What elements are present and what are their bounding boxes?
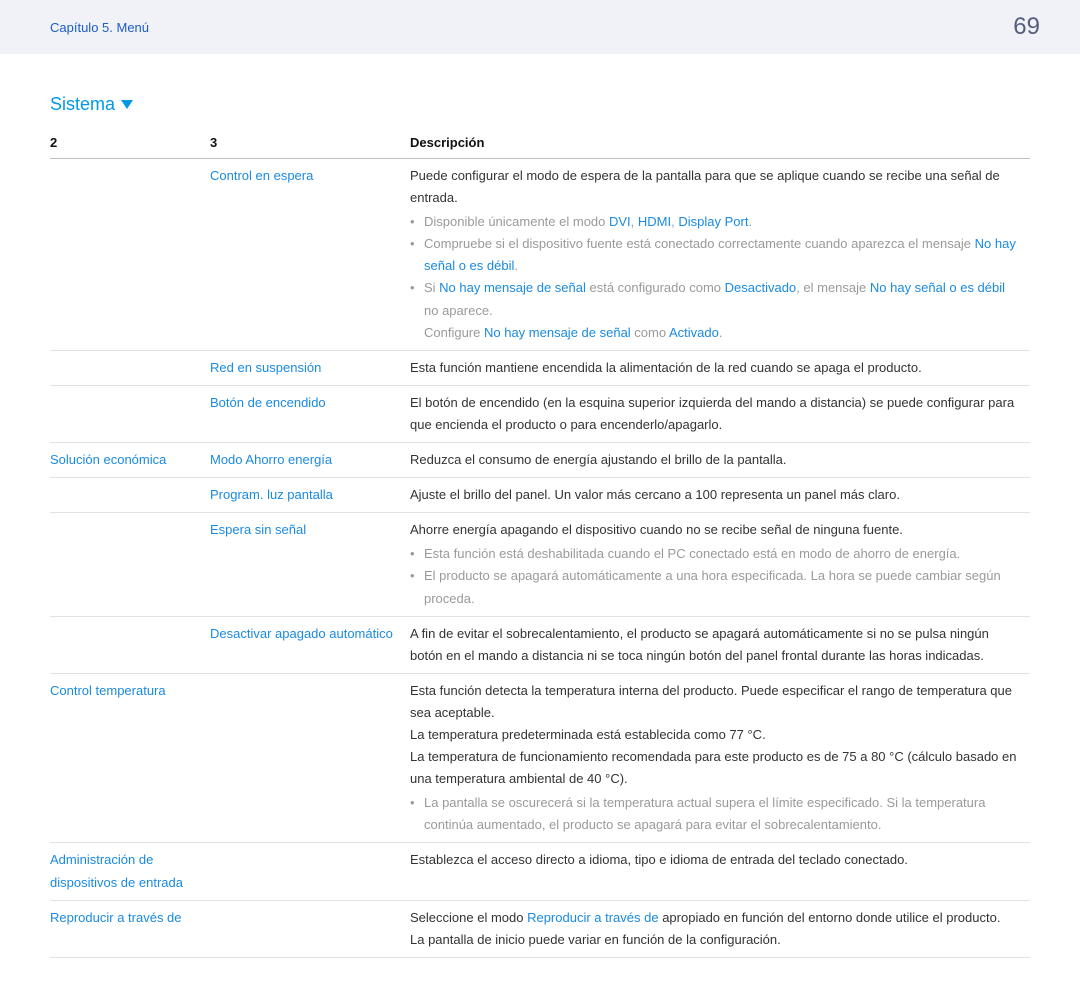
cell-category — [50, 159, 210, 351]
table-row: Control en esperaPuede configurar el mod… — [50, 159, 1030, 351]
section-title-text: Sistema — [50, 94, 115, 115]
cell-description: Establezca el acceso directo a idioma, t… — [410, 843, 1030, 900]
menu-table: 2 3 Descripción Control en esperaPuede c… — [50, 129, 1030, 958]
table-row: Botón de encendidoEl botón de encendido … — [50, 385, 1030, 442]
page-content: Sistema 2 3 Descripción Control en esper… — [0, 54, 1080, 988]
cell-category: Control temperatura — [50, 673, 210, 843]
cell-category: Reproducir a través de — [50, 900, 210, 957]
table-row: Administración de dispositivos de entrad… — [50, 843, 1030, 900]
header-col-3: 3 — [210, 129, 410, 159]
cell-description: Esta función mantiene encendida la alime… — [410, 350, 1030, 385]
cell-category — [50, 385, 210, 442]
cell-option: Botón de encendido — [210, 385, 410, 442]
header-col-desc: Descripción — [410, 129, 1030, 159]
cell-category — [50, 513, 210, 616]
cell-description: A fin de evitar el sobrecalentamiento, e… — [410, 616, 1030, 673]
caret-down-icon — [121, 100, 133, 109]
cell-option: Espera sin señal — [210, 513, 410, 616]
cell-category — [50, 616, 210, 673]
cell-option — [210, 900, 410, 957]
cell-option: Program. luz pantalla — [210, 478, 410, 513]
cell-description: Seleccione el modo Reproducir a través d… — [410, 900, 1030, 957]
cell-option — [210, 673, 410, 843]
table-row: Solución económicaModo Ahorro energíaRed… — [50, 443, 1030, 478]
table-row: Desactivar apagado automáticoA fin de ev… — [50, 616, 1030, 673]
page-number: 69 — [1013, 13, 1040, 41]
cell-option: Control en espera — [210, 159, 410, 351]
cell-description: Reduzca el consumo de energía ajustando … — [410, 443, 1030, 478]
table-row: Red en suspensiónEsta función mantiene e… — [50, 350, 1030, 385]
table-row: Program. luz pantallaAjuste el brillo de… — [50, 478, 1030, 513]
cell-category: Solución económica — [50, 443, 210, 478]
cell-option: Modo Ahorro energía — [210, 443, 410, 478]
note-list: La pantalla se oscurecerá si la temperat… — [410, 792, 1020, 836]
table-row: Control temperatura Esta función detecta … — [50, 673, 1030, 843]
breadcrumb[interactable]: Capítulo 5. Menú — [50, 20, 149, 35]
top-bar: Capítulo 5. Menú 69 — [0, 0, 1080, 54]
header-col-2: 2 — [50, 129, 210, 159]
cell-option: Desactivar apagado automático — [210, 616, 410, 673]
cell-category — [50, 478, 210, 513]
table-row: Reproducir a través de Seleccione el modo… — [50, 900, 1030, 957]
table-row: Espera sin señalAhorre energía apagando … — [50, 513, 1030, 616]
note-list: Disponible únicamente el modo DVI, HDMI,… — [410, 211, 1020, 344]
cell-option — [210, 843, 410, 900]
cell-description: Esta función detecta la temperatura inte… — [410, 673, 1030, 843]
cell-description: Puede configurar el modo de espera de la… — [410, 159, 1030, 351]
note-list: Esta función está deshabilitada cuando e… — [410, 543, 1020, 609]
section-title[interactable]: Sistema — [50, 94, 1030, 115]
cell-description: Ahorre energía apagando el dispositivo c… — [410, 513, 1030, 616]
cell-category — [50, 350, 210, 385]
cell-description: Ajuste el brillo del panel. Un valor más… — [410, 478, 1030, 513]
cell-option: Red en suspensión — [210, 350, 410, 385]
cell-description: El botón de encendido (en la esquina sup… — [410, 385, 1030, 442]
cell-category: Administración de dispositivos de entrad… — [50, 843, 210, 900]
